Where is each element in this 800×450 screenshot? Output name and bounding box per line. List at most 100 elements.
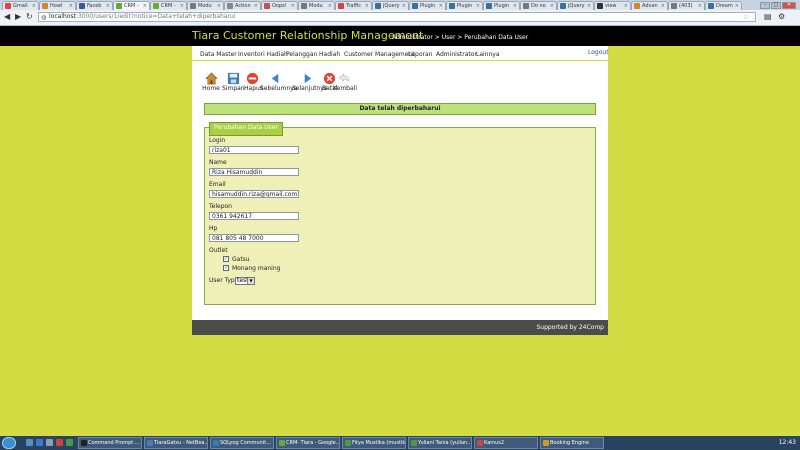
browser-tab[interactable]: Modu ×: [298, 1, 335, 10]
browser-tab[interactable]: Traffic ×: [335, 1, 372, 10]
tab-close-icon[interactable]: ×: [32, 2, 36, 10]
close-window-button[interactable]: ✕: [782, 2, 796, 9]
browser-tab[interactable]: Advan ×: [631, 1, 668, 10]
logout-link[interactable]: Logout: [588, 49, 609, 56]
hp-field[interactable]: 081 805 48 7000: [209, 234, 299, 242]
back-button[interactable]: Kembali: [333, 72, 357, 92]
menu-hadiah[interactable]: Hadiah: [319, 51, 340, 58]
tab-close-icon[interactable]: ×: [698, 2, 702, 10]
browser-tab[interactable]: view ×: [594, 1, 631, 10]
taskbar-item[interactable]: SQLyog Communit...: [210, 437, 274, 449]
browser-tab[interactable]: jQuery ×: [557, 1, 594, 10]
home-button[interactable]: Home: [202, 72, 220, 92]
tab-close-icon[interactable]: ×: [254, 2, 258, 10]
bookmark-star-icon[interactable]: ☆: [743, 13, 749, 21]
browser-tab[interactable]: Plugin ×: [409, 1, 446, 10]
outlet-gatsu-checkbox[interactable]: ✓: [223, 256, 229, 262]
browser-tab[interactable]: Modu ×: [187, 1, 224, 10]
taskbar-item[interactable]: Kamus2: [474, 437, 538, 449]
browser-tab[interactable]: Gmail ×: [2, 1, 39, 10]
menu-administrator[interactable]: Administrator: [436, 51, 477, 58]
menu-laporan[interactable]: Laporan: [408, 51, 432, 58]
outlet-label: Outlet: [209, 247, 228, 254]
maximize-button[interactable]: □: [771, 2, 781, 9]
next-button[interactable]: Selanjutnya: [292, 72, 328, 92]
tab-close-icon[interactable]: ×: [143, 2, 147, 10]
tab-close-icon[interactable]: ×: [624, 2, 628, 10]
menu-lainnya[interactable]: Lainnya: [476, 51, 500, 58]
tab-close-icon[interactable]: ×: [587, 2, 591, 10]
taskbar-item-label: Booking Engine: [550, 440, 589, 446]
quicklaunch-explorer-icon[interactable]: [26, 439, 33, 446]
browser-tab[interactable]: Action ×: [224, 1, 261, 10]
taskbar-item[interactable]: CRM- Tiara - Google...: [276, 437, 340, 449]
name-field[interactable]: Riza Hisamuddin: [209, 168, 299, 176]
forward-arrow-icon[interactable]: ▶: [15, 13, 21, 21]
tab-close-icon[interactable]: ×: [106, 2, 110, 10]
menu-inventori-hadiah[interactable]: Inventori Hadiah: [238, 51, 288, 58]
browser-tab[interactable]: Oops! ×: [261, 1, 298, 10]
tab-close-icon[interactable]: ×: [365, 2, 369, 10]
back-arrow-icon[interactable]: ◀: [4, 13, 10, 21]
taskbar-item[interactable]: TiaraGatsu - NetBea...: [144, 437, 208, 449]
tab-close-icon[interactable]: ×: [328, 2, 332, 10]
wrench-icon[interactable]: ⚙: [778, 13, 785, 21]
login-field[interactable]: riza01: [209, 146, 299, 154]
save-button[interactable]: Simpan: [222, 72, 245, 92]
quicklaunch-app2-icon[interactable]: [66, 439, 73, 446]
user-type-select[interactable]: test ▼: [235, 277, 255, 285]
tab-close-icon[interactable]: ×: [439, 2, 443, 10]
app-header: Tiara Customer Relationship Management A…: [0, 26, 800, 46]
browser-tab[interactable]: Dream ×: [705, 1, 742, 10]
menu-pelanggan[interactable]: Pelanggan: [286, 51, 317, 58]
tab-close-icon[interactable]: ×: [735, 2, 739, 10]
browser-tab[interactable]: (403) ×: [668, 1, 705, 10]
outlet-monang-maning-checkbox[interactable]: ✓: [223, 265, 229, 271]
home-icon: [204, 72, 218, 85]
taskbar-item[interactable]: Command Prompt ...: [78, 437, 142, 449]
tab-close-icon[interactable]: ×: [402, 2, 406, 10]
browser-tab[interactable]: Do no ×: [520, 1, 557, 10]
hp-label: Hp: [209, 225, 218, 232]
previous-button[interactable]: Sebelumnya: [260, 72, 297, 92]
tab-close-icon[interactable]: ×: [180, 2, 184, 10]
phone-field[interactable]: 0361 942617: [209, 212, 299, 220]
tab-close-icon[interactable]: ×: [513, 2, 517, 10]
start-button[interactable]: [2, 437, 16, 449]
tab-close-icon[interactable]: ×: [661, 2, 665, 10]
browser-tab[interactable]: Plugin ×: [446, 1, 483, 10]
menu-customer-management[interactable]: Customer Management: [344, 51, 415, 58]
browser-tab[interactable]: Howl ×: [39, 1, 76, 10]
tab-close-icon[interactable]: ×: [291, 2, 295, 10]
tray-clock[interactable]: 12:43: [779, 439, 796, 446]
tab-close-icon[interactable]: ×: [550, 2, 554, 10]
quicklaunch-desktop-icon[interactable]: [46, 439, 53, 446]
tab-close-icon[interactable]: ×: [217, 2, 221, 10]
taskbar-app-icon: [411, 440, 417, 446]
tab-favicon-icon: [264, 3, 270, 9]
tab-close-icon[interactable]: ×: [69, 2, 73, 10]
browser-tab[interactable]: jQuery ×: [372, 1, 409, 10]
taskbar-item[interactable]: Fitya Mustika (mustik...: [342, 437, 406, 449]
taskbar-item[interactable]: Yuliani Tania (yulian...: [408, 437, 472, 449]
browser-tab[interactable]: Faceb ×: [76, 1, 113, 10]
outlet-monang-maning-label: Monang maning: [232, 265, 281, 272]
quicklaunch-app-icon[interactable]: [56, 439, 63, 446]
browser-tab[interactable]: CRM - ×: [113, 1, 150, 10]
page-menu-icon[interactable]: ▤: [764, 13, 772, 21]
quicklaunch-ie-icon[interactable]: [36, 439, 43, 446]
browser-tab[interactable]: Plugin ×: [483, 1, 520, 10]
menu-data-master[interactable]: Data Master: [200, 51, 237, 58]
taskbar-item-label: Yuliani Tania (yulian...: [418, 440, 472, 446]
email-field[interactable]: hisamuddin.riza@gmail.com: [209, 190, 299, 198]
taskbar-item[interactable]: Booking Engine: [540, 437, 604, 449]
url-bar[interactable]: ◍ localhost:3000/users/1/edit?notice=Dat…: [38, 12, 756, 22]
email-label: Email: [209, 181, 226, 188]
browser-tab[interactable]: CRM - ×: [150, 1, 187, 10]
delete-button[interactable]: Hapus: [244, 72, 263, 92]
tab-favicon-icon: [227, 3, 233, 9]
tab-favicon-icon: [338, 3, 344, 9]
minimize-button[interactable]: –: [760, 2, 770, 9]
reload-icon[interactable]: ↻: [26, 13, 33, 21]
tab-close-icon[interactable]: ×: [476, 2, 480, 10]
